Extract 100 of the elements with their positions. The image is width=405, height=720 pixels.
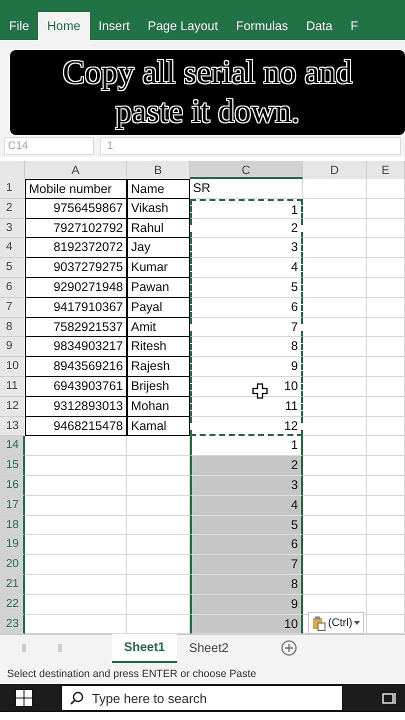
table-cell: 9 — [190, 357, 303, 377]
table-cell: Mohan — [127, 396, 190, 417]
row-header[interactable]: 13 — [0, 416, 25, 436]
ribbon-tab[interactable]: Insert — [90, 12, 139, 40]
ribbon-tab[interactable]: Page Layout — [138, 12, 227, 40]
row-header[interactable]: 2 — [0, 198, 25, 219]
table-cell: Rahul — [127, 218, 190, 238]
paste-options-label: (Ctrl) — [328, 616, 352, 631]
row-header[interactable]: 16 — [0, 476, 25, 496]
table-cell: 8192372072 — [25, 238, 127, 258]
empty-cell — [303, 357, 367, 377]
sheet-tab[interactable]: Sheet2 — [177, 634, 241, 662]
table-cell: 9417910367 — [25, 298, 127, 318]
add-sheet-icon[interactable] — [280, 640, 297, 656]
table-cell: Payal — [127, 298, 190, 318]
row-header[interactable]: 9 — [0, 337, 25, 358]
empty-cell — [367, 574, 405, 595]
table-cell: 5 — [190, 278, 303, 298]
empty-cell — [303, 396, 367, 417]
row-header[interactable]: 4 — [0, 238, 25, 258]
table-cell: Mobile number — [25, 179, 127, 199]
search-icon — [70, 691, 84, 706]
row-header[interactable]: 3 — [0, 218, 25, 238]
row-header[interactable]: 21 — [0, 574, 25, 595]
column-header[interactable]: B — [127, 161, 190, 179]
empty-cell — [367, 535, 405, 556]
empty-cell — [367, 278, 405, 298]
empty-cell — [303, 218, 367, 238]
column-header[interactable]: D — [303, 161, 367, 179]
row-header[interactable]: 6 — [0, 278, 25, 298]
row-header[interactable]: 12 — [0, 396, 25, 417]
empty-cell — [367, 337, 405, 358]
table-cell: 9834903217 — [25, 337, 127, 358]
column-header[interactable]: E — [367, 161, 405, 179]
row-header[interactable]: 20 — [0, 555, 25, 575]
empty-cell — [367, 476, 405, 496]
table-cell: 9312893013 — [25, 396, 127, 417]
column-header[interactable]: A — [25, 161, 127, 179]
table-cell: Name — [127, 179, 190, 199]
windows-start-icon[interactable] — [16, 690, 32, 706]
empty-cell — [367, 496, 405, 516]
ribbon-tab[interactable]: Data — [297, 12, 342, 40]
empty-cell — [367, 179, 405, 199]
taskbar-search-field[interactable]: Type here to search — [62, 686, 342, 710]
table-cell: 9037279275 — [25, 258, 127, 278]
clipboard-icon — [312, 616, 326, 630]
empty-cell — [367, 298, 405, 318]
ribbon-tab[interactable]: Formulas — [226, 12, 298, 40]
row-header[interactable]: 8 — [0, 318, 25, 338]
caret-icon — [354, 621, 360, 625]
table-cell: 9290271948 — [25, 278, 127, 298]
table-cell: 10 — [190, 614, 303, 634]
empty-cell — [367, 376, 405, 397]
row-header[interactable]: 5 — [0, 258, 25, 278]
paste-options-button[interactable]: (Ctrl) — [308, 612, 364, 634]
table-cell: 7582921537 — [25, 318, 127, 338]
empty-cell — [303, 376, 367, 397]
table-cell: Ritesh — [127, 337, 190, 358]
row-header[interactable]: 14 — [0, 436, 25, 456]
row-header[interactable]: 11 — [0, 376, 25, 397]
ribbon-tab[interactable]: File — [0, 12, 38, 40]
table-cell: Brijesh — [127, 376, 190, 397]
empty-cell — [367, 258, 405, 278]
empty-cell — [367, 218, 405, 238]
table-cell: 9 — [190, 594, 303, 615]
empty-cell — [367, 456, 405, 476]
sheet-tab[interactable]: Sheet1 — [112, 634, 177, 663]
table-cell: 6 — [190, 535, 303, 556]
empty-cell — [367, 198, 405, 219]
table-cell: 8 — [190, 337, 303, 358]
row-header[interactable]: 15 — [0, 456, 25, 476]
table-cell: Amit — [127, 318, 190, 338]
empty-cell — [303, 198, 367, 219]
task-view-icon[interactable] — [382, 691, 398, 706]
table-cell: 7 — [190, 555, 303, 575]
empty-cell — [303, 298, 367, 318]
empty-cell — [303, 238, 367, 258]
ribbon-tab[interactable]: F — [341, 12, 368, 40]
table-cell: 8 — [190, 574, 303, 595]
table-cell: 2 — [190, 218, 303, 238]
table-cell: 3 — [190, 238, 303, 258]
row-header[interactable]: 18 — [0, 516, 25, 536]
row-header[interactable]: 10 — [0, 357, 25, 377]
column-header[interactable]: C — [190, 161, 303, 179]
empty-cell — [303, 179, 367, 199]
ribbon-tab[interactable]: Home — [38, 12, 90, 40]
row-header[interactable]: 23 — [0, 614, 25, 634]
table-cell: 4 — [190, 258, 303, 278]
table-cell: 9468215478 — [25, 416, 127, 436]
table-cell: 3 — [190, 476, 303, 496]
row-header[interactable]: 7 — [0, 298, 25, 318]
status-text: Select destination and press ENTER or choose Paste — [0, 661, 405, 684]
row-header[interactable]: 17 — [0, 496, 25, 516]
row-header[interactable]: 19 — [0, 535, 25, 556]
empty-cell — [367, 436, 405, 456]
row-header[interactable]: 22 — [0, 594, 25, 615]
empty-cell — [303, 258, 367, 278]
empty-cell — [303, 416, 367, 436]
row-header[interactable]: 1 — [0, 179, 25, 199]
table-cell: Rajesh — [127, 357, 190, 377]
